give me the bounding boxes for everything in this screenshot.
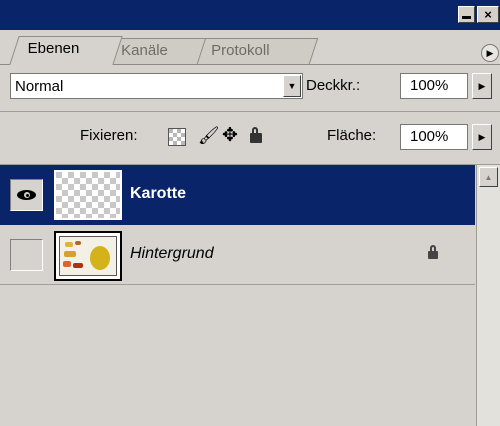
layer-name[interactable]: Karotte	[130, 185, 186, 203]
tab-label: Ebenen	[27, 40, 80, 57]
lock-icon	[426, 245, 440, 261]
visibility-toggle[interactable]	[10, 179, 43, 211]
layer-thumbnail	[54, 170, 122, 220]
layer-row-karotte[interactable]: Karotte	[0, 165, 475, 225]
layer-row-hintergrund[interactable]: Hintergrund	[0, 225, 475, 285]
tab-strip: Ebenen Kanäle Protokoll	[0, 30, 500, 65]
title-bar: ×	[0, 0, 500, 30]
chevron-down-icon[interactable]: ▼	[283, 75, 301, 97]
fill-arrow-button[interactable]: ▶	[472, 124, 492, 150]
opacity-label: Deckkr.:	[306, 77, 361, 94]
minimize-button[interactable]	[458, 6, 475, 23]
layer-thumbnail	[54, 231, 122, 281]
blend-mode-select[interactable]: Normal ▼	[10, 73, 303, 99]
fill-input[interactable]: 100%	[400, 124, 468, 150]
vertical-scrollbar[interactable]: ▲	[476, 165, 500, 426]
lock-fill-row: Fixieren: 🖌 ✥ Fläche: 100% ▶	[0, 112, 500, 164]
tab-kanaele[interactable]: Kanäle	[105, 38, 207, 64]
lock-image-brush-icon[interactable]: 🖌	[198, 126, 220, 145]
layer-name[interactable]: Hintergrund	[130, 245, 214, 263]
minimize-icon	[462, 16, 471, 19]
lock-position-move-icon[interactable]: ✥	[222, 124, 240, 146]
visibility-toggle[interactable]	[10, 239, 43, 271]
lock-transparency-icon[interactable]	[168, 128, 186, 146]
play-icon: ▶	[486, 47, 494, 58]
layer-list: Karotte Hintergrund	[0, 165, 475, 426]
scroll-up-button[interactable]: ▲	[479, 167, 498, 187]
panel-menu-button[interactable]: ▶	[481, 44, 499, 62]
close-button[interactable]: ×	[477, 6, 499, 23]
opacity-arrow-button[interactable]: ▶	[472, 73, 492, 99]
blend-opacity-row: Normal ▼ Deckkr.: 100% ▶	[0, 70, 500, 110]
lock-all-icon[interactable]	[247, 127, 265, 145]
fill-label: Fläche:	[327, 127, 377, 144]
opacity-input[interactable]: 100%	[400, 73, 468, 99]
tab-ebenen[interactable]: Ebenen	[9, 36, 123, 65]
tab-protokoll[interactable]: Protokoll	[195, 38, 319, 64]
lock-label: Fixieren:	[80, 127, 138, 144]
tab-label: Protokoll	[211, 42, 270, 59]
blend-mode-value: Normal	[15, 78, 64, 95]
tab-label: Kanäle	[121, 42, 168, 59]
